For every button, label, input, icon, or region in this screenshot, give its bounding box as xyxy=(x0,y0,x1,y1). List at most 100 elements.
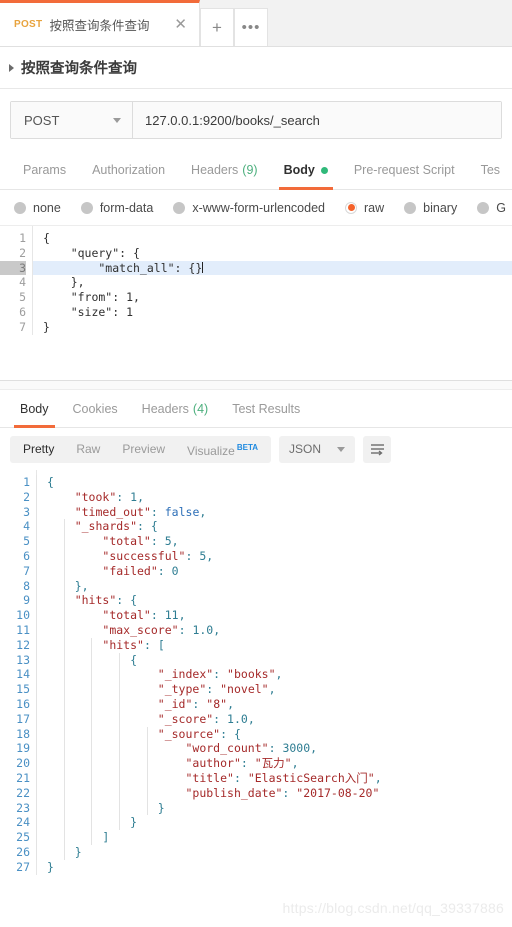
code-line[interactable]: "word_count": 3000, xyxy=(47,741,512,756)
response-editor-code[interactable]: { "took": 1, "timed_out": false, "_shard… xyxy=(36,470,512,875)
body-type-urlencoded-label: x-www-form-urlencoded xyxy=(192,200,325,215)
body-type-graphql-label: G xyxy=(496,200,506,215)
line-number: 21 xyxy=(16,770,30,785)
request-tab[interactable]: POST 按照查询条件查询 ✕ xyxy=(0,0,200,46)
code-line[interactable]: "title": "ElasticSearch入门", xyxy=(47,771,512,786)
code-line[interactable]: "query": { xyxy=(43,246,512,261)
code-line[interactable]: "_source": { xyxy=(47,727,512,742)
body-type-graphql[interactable]: G xyxy=(477,201,506,215)
request-tab-title: 按照查询条件查询 xyxy=(49,19,150,33)
response-format-select[interactable]: JSON xyxy=(279,435,356,463)
line-number: 20 xyxy=(16,756,30,771)
response-body-viewer[interactable]: 1 2 3 4 5 6 7 8 9 10 11 12 13 14 15 16 17 18 19 20 21 22 23 24 2… xyxy=(0,470,512,922)
url-bar-wrap: POST 127.0.0.1:9200/books/_search xyxy=(0,89,512,151)
view-preview-button[interactable]: Preview xyxy=(111,436,176,463)
postman-window: POST 按照查询条件查询 ✕ + ••• 按照查询条件查询 POST 127.… xyxy=(0,0,512,927)
code-line[interactable]: "total": 5, xyxy=(47,534,512,549)
code-line[interactable]: { xyxy=(43,231,512,246)
code-line[interactable]: "_index": "books", xyxy=(47,667,512,682)
radio-icon xyxy=(404,201,417,214)
code-line[interactable]: "_score": 1.0, xyxy=(47,712,512,727)
request-editor-code[interactable]: { "query": { "match_all": {} }, "from": … xyxy=(32,226,512,335)
tab-params[interactable]: Params xyxy=(10,151,79,189)
response-tabs: Body Cookies Headers (4) Test Results xyxy=(0,390,512,428)
tab-authorization[interactable]: Authorization xyxy=(79,151,178,189)
line-number: 11 xyxy=(16,622,30,637)
line-number: 19 xyxy=(16,741,30,756)
line-number: 23 xyxy=(16,800,30,815)
url-input-value: 127.0.0.1:9200/books/_search xyxy=(145,112,320,128)
code-line[interactable]: } xyxy=(47,845,512,860)
code-line[interactable]: ] xyxy=(47,830,512,845)
body-type-none-label: none xyxy=(33,200,61,215)
code-line[interactable]: "hits": [ xyxy=(47,638,512,653)
code-line[interactable]: "author": "瓦力", xyxy=(47,756,512,771)
response-tab-test-results-label: Test Results xyxy=(232,401,301,416)
line-number: 27 xyxy=(16,859,30,874)
tab-headers[interactable]: Headers (9) xyxy=(178,151,271,189)
code-line[interactable]: "_shards": { xyxy=(47,519,512,534)
code-line[interactable]: } xyxy=(47,801,512,816)
chevron-down-icon xyxy=(337,446,346,452)
tab-pre-request-script[interactable]: Pre-request Script xyxy=(341,151,468,189)
code-line[interactable]: "successful": 5, xyxy=(47,549,512,564)
code-line[interactable]: } xyxy=(47,815,512,830)
tab-body[interactable]: Body xyxy=(271,151,341,190)
code-line[interactable]: "match_all": {} xyxy=(33,260,512,276)
code-line[interactable]: }, xyxy=(43,275,512,290)
response-tab-cookies[interactable]: Cookies xyxy=(61,390,130,427)
view-pretty-button[interactable]: Pretty xyxy=(12,436,65,463)
code-line[interactable]: "total": 11, xyxy=(47,608,512,623)
line-number: 13 xyxy=(16,652,30,667)
pane-splitter[interactable] xyxy=(0,380,512,390)
url-bar: POST 127.0.0.1:9200/books/_search xyxy=(10,101,502,139)
radio-icon xyxy=(14,201,26,214)
chevron-right-icon[interactable] xyxy=(9,63,14,72)
code-line[interactable]: }, xyxy=(47,579,512,594)
request-name-row[interactable]: 按照查询条件查询 xyxy=(0,47,512,89)
code-line[interactable]: "max_score": 1.0, xyxy=(47,623,512,638)
http-method-select[interactable]: POST xyxy=(11,102,133,138)
request-body-editor[interactable]: 1234567 { "query": { "match_all": {} }, … xyxy=(0,226,512,380)
code-line[interactable]: "took": 1, xyxy=(47,490,512,505)
indent-guide xyxy=(63,519,65,594)
body-type-urlencoded[interactable]: x-www-form-urlencoded xyxy=(173,201,325,215)
code-line[interactable]: "failed": 0 xyxy=(47,564,512,579)
line-number: 15 xyxy=(16,682,30,697)
new-tab-button[interactable]: + xyxy=(200,8,234,46)
line-number: 12 xyxy=(16,637,30,652)
wrap-lines-icon[interactable] xyxy=(363,435,392,463)
code-line[interactable]: "size": 1 xyxy=(43,305,512,320)
line-number: 1 xyxy=(19,231,26,245)
radio-icon xyxy=(80,201,93,214)
response-tab-headers[interactable]: Headers (4) xyxy=(130,390,221,427)
view-raw-button[interactable]: Raw xyxy=(65,436,111,463)
tab-tests[interactable]: Tes xyxy=(468,151,512,189)
code-line[interactable]: { xyxy=(47,653,512,668)
line-number: 7 xyxy=(19,319,26,334)
code-line[interactable]: { xyxy=(47,475,512,490)
body-type-binary[interactable]: binary xyxy=(404,201,457,215)
code-line[interactable]: "publish_date": "2017-08-20" xyxy=(47,786,512,801)
close-icon[interactable]: ✕ xyxy=(170,17,191,32)
code-line[interactable]: "_id": "8", xyxy=(47,697,512,712)
body-type-form-data[interactable]: form-data xyxy=(80,201,153,215)
view-visualize-button[interactable]: Visualize BETA xyxy=(176,434,269,465)
code-line[interactable]: "hits": { xyxy=(47,593,512,608)
url-input[interactable]: 127.0.0.1:9200/books/_search xyxy=(133,102,501,138)
body-type-raw[interactable]: raw xyxy=(345,201,384,215)
response-editor-line-numbers: 1 2 3 4 5 6 7 8 9 10 11 12 13 14 15 16 17 18 19 20 21 22 23 24 2… xyxy=(0,470,36,875)
code-line[interactable]: } xyxy=(43,320,512,335)
code-line[interactable]: "from": 1, xyxy=(43,290,512,305)
radio-selected-icon xyxy=(345,201,357,214)
more-options-button[interactable]: ••• xyxy=(234,8,268,46)
code-line[interactable]: "timed_out": false, xyxy=(47,505,512,520)
code-line[interactable]: "_type": "novel", xyxy=(47,682,512,697)
line-number: 16 xyxy=(16,696,30,711)
response-tab-test-results[interactable]: Test Results xyxy=(220,390,312,427)
line-number: 4 xyxy=(23,519,30,534)
line-number: 5 xyxy=(19,290,26,305)
body-type-none[interactable]: none xyxy=(14,201,61,215)
code-line[interactable]: } xyxy=(47,860,512,875)
response-tab-body[interactable]: Body xyxy=(8,390,61,428)
